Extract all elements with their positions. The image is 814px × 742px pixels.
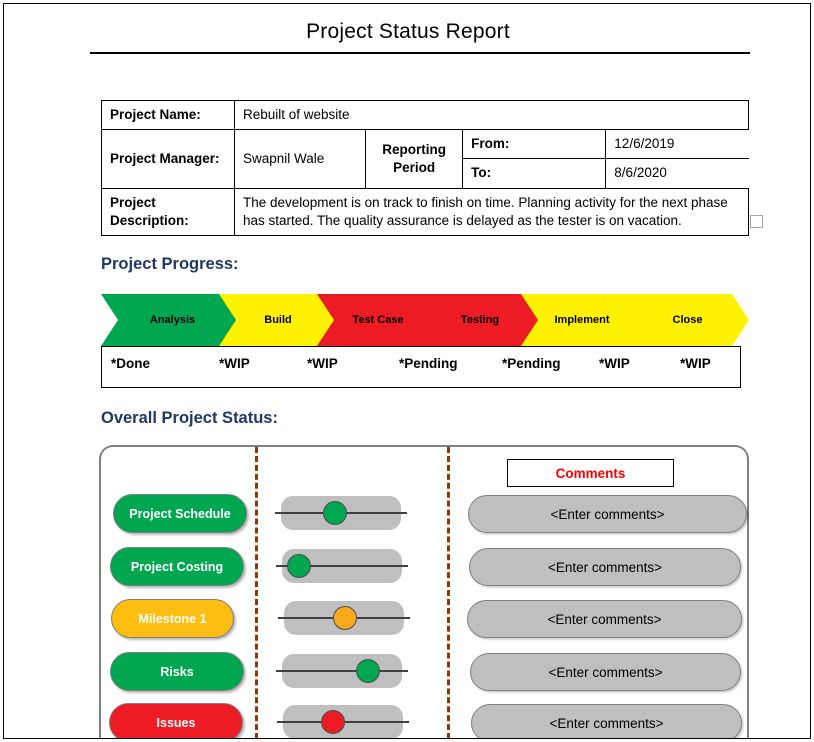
slider-knob[interactable]: [333, 606, 358, 630]
comment-field-issues[interactable]: <Enter comments>: [471, 704, 742, 738]
phase-status-label: *Pending: [399, 356, 458, 371]
status-slider-milestone-1[interactable]: [278, 601, 410, 635]
comment-field-project-costing[interactable]: <Enter comments>: [469, 548, 741, 586]
progress-phase-label: Testing: [460, 314, 500, 326]
document-page: Project Status Report Project Name: Rebu…: [3, 3, 811, 739]
status-row-project-schedule: Project Schedule <Enter comments>: [99, 494, 749, 536]
project-name-value[interactable]: Rebuilt of website: [234, 99, 749, 131]
status-slider-risks[interactable]: [276, 654, 408, 688]
phase-status-label: *Done: [111, 356, 151, 371]
reporting-period-dates: From: 12/6/2019 To: 8/6/2020: [463, 130, 749, 188]
status-badge-milestone-1[interactable]: Milestone 1: [111, 599, 234, 638]
comment-field-milestone-1[interactable]: <Enter comments>: [467, 600, 742, 638]
project-progress-chevrons: Analysis Build Test Case Testing Implement Cl…: [101, 294, 749, 346]
project-info-table: Project Name: Rebuilt of website Project…: [101, 99, 749, 237]
status-row-issues: Issues <Enter comments>: [99, 703, 749, 738]
title-divider: [90, 52, 750, 54]
project-description-label: Project Description:: [101, 187, 235, 237]
section-heading-overall-status: Overall Project Status:: [101, 409, 278, 427]
project-manager-value[interactable]: Swapnil Wale: [233, 129, 367, 189]
progress-phase-analysis[interactable]: Analysis: [101, 294, 236, 346]
progress-phase-label: Analysis: [149, 314, 196, 326]
phase-status-label: *WIP: [219, 356, 250, 371]
progress-phase-label: Close: [672, 314, 703, 326]
to-value[interactable]: 8/6/2020: [605, 158, 749, 188]
phase-status-label: *WIP: [599, 356, 630, 371]
slider-knob[interactable]: [323, 501, 347, 525]
progress-phase-label: Test Case: [352, 314, 404, 326]
status-row-risks: Risks <Enter comments>: [99, 652, 749, 694]
project-name-label: Project Name:: [101, 99, 235, 131]
resize-handle[interactable]: [750, 215, 763, 228]
reporting-to-row: To: 8/6/2020: [463, 158, 749, 188]
status-row-milestone-1: Milestone 1 <Enter comments>: [99, 599, 749, 641]
slider-knob[interactable]: [321, 710, 346, 734]
reporting-period-label: Reporting Period: [365, 129, 464, 189]
panel-divider-left: [255, 447, 258, 738]
phase-status-label: *Pending: [502, 356, 561, 371]
from-label: From:: [463, 130, 607, 160]
status-row-project-costing: Project Costing <Enter comments>: [99, 547, 749, 589]
status-badge-project-schedule[interactable]: Project Schedule: [113, 494, 247, 533]
phase-status-strip: *Done *WIP *WIP *Pending *Pending *WIP *WIP: [101, 346, 741, 388]
comment-field-risks[interactable]: <Enter comments>: [470, 653, 741, 691]
project-description-value[interactable]: The development is on track to finish on…: [234, 187, 749, 237]
status-slider-project-costing[interactable]: [276, 549, 408, 583]
table-row-project-manager: Project Manager: Swapnil Wale Reporting …: [101, 129, 749, 189]
to-label: To:: [463, 158, 607, 188]
status-badge-issues[interactable]: Issues: [109, 703, 243, 738]
status-slider-issues[interactable]: [277, 705, 409, 738]
page-title: Project Status Report: [306, 20, 510, 43]
project-manager-label: Project Manager:: [101, 129, 235, 189]
phase-status-label: *WIP: [307, 356, 338, 371]
progress-phase-label: Build: [264, 314, 292, 326]
status-badge-project-costing[interactable]: Project Costing: [110, 547, 244, 586]
section-heading-project-progress: Project Progress:: [101, 255, 239, 273]
from-value[interactable]: 12/6/2019: [605, 130, 749, 160]
phase-status-label: *WIP: [680, 356, 711, 371]
comments-header: Comments: [507, 459, 674, 487]
panel-divider-right: [447, 447, 450, 738]
slider-track: [276, 670, 408, 672]
progress-phase-label: Implement: [554, 314, 610, 326]
overall-status-panel: [99, 445, 749, 738]
slider-knob[interactable]: [286, 554, 311, 578]
comment-field-project-schedule[interactable]: <Enter comments>: [468, 495, 747, 533]
status-badge-risks[interactable]: Risks: [110, 652, 244, 691]
table-row-description: Project Description: The development is …: [101, 187, 749, 237]
status-slider-project-schedule[interactable]: [275, 496, 407, 530]
slider-knob[interactable]: [356, 659, 381, 683]
table-row-project-name: Project Name: Rebuilt of website: [101, 99, 749, 131]
reporting-from-row: From: 12/6/2019: [463, 130, 749, 160]
